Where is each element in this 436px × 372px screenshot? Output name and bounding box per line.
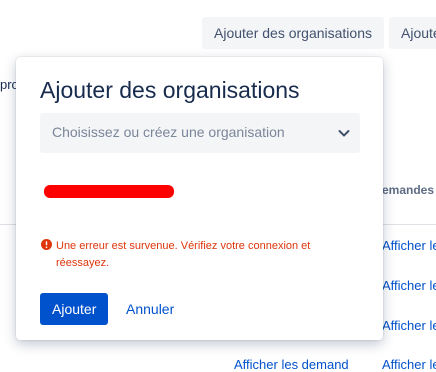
add-organisations-dialog: Ajouter des organisations Choisissez ou … <box>16 57 383 340</box>
chevron-down-icon[interactable] <box>336 125 352 141</box>
error-icon <box>41 239 52 250</box>
add-organisations-header-button[interactable]: Ajouter des organisations <box>202 17 384 49</box>
view-requests-link[interactable]: Afficher le <box>382 278 436 293</box>
view-requests-link[interactable]: Afficher le <box>382 318 436 333</box>
dialog-title: Ajouter des organisations <box>40 77 300 103</box>
add-secondary-header-button[interactable]: Ajoute <box>389 17 436 49</box>
view-requests-link[interactable]: Afficher le <box>382 357 436 372</box>
view-requests-link-bottom[interactable]: Afficher les demand <box>234 357 349 372</box>
view-requests-link[interactable]: Afficher le <box>382 238 436 253</box>
error-text: Une erreur est survenue. Vérifiez votre … <box>56 240 311 269</box>
cancel-button[interactable]: Annuler <box>118 293 182 325</box>
organisation-select[interactable]: Choisissez ou créez une organisation <box>40 113 360 153</box>
organisation-select-placeholder: Choisissez ou créez une organisation <box>52 124 285 140</box>
add-button[interactable]: Ajouter <box>40 293 109 325</box>
redacted-content <box>44 185 174 198</box>
column-header-requests: emandes <box>382 183 435 197</box>
